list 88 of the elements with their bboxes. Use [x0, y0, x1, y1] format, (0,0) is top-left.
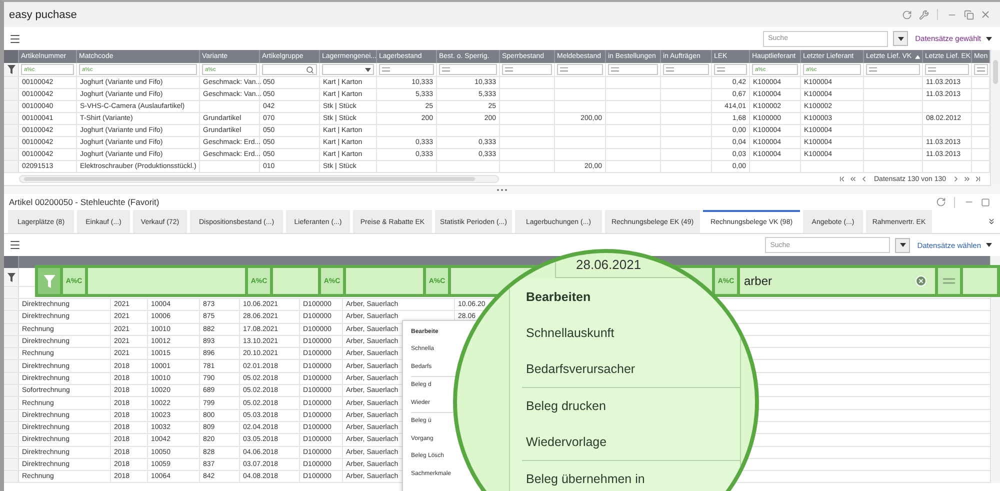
filter-field[interactable]: arber — [740, 268, 935, 294]
equals-icon — [943, 278, 955, 284]
triangle-down-icon — [900, 243, 906, 247]
row-header[interactable] — [4, 101, 19, 112]
row-header[interactable] — [4, 336, 19, 348]
row-header[interactable] — [4, 446, 19, 458]
previous-record-icon[interactable] — [860, 175, 868, 183]
equals-icon — [717, 67, 725, 72]
row-header[interactable] — [4, 324, 19, 335]
refresh-icon[interactable] — [900, 8, 913, 21]
equals-icon — [666, 67, 674, 72]
filter-field[interactable] — [322, 64, 374, 75]
filter-field[interactable] — [974, 64, 988, 75]
wrench-icon[interactable] — [917, 8, 930, 21]
row-header[interactable] — [4, 113, 19, 124]
next-record-icon[interactable] — [952, 175, 960, 183]
triangle-down-icon — [898, 36, 904, 40]
row-header[interactable] — [4, 434, 19, 446]
row-header[interactable] — [4, 149, 19, 160]
filter-field[interactable] — [502, 64, 552, 75]
caret-icon — [365, 68, 371, 72]
row-header[interactable] — [4, 125, 19, 136]
filter-icon — [6, 65, 16, 74]
row-header[interactable] — [4, 372, 19, 384]
filter-field[interactable] — [963, 268, 997, 294]
caret-icon — [986, 36, 992, 40]
detail-title: Artikel 00200050 - Stehleuchte (Favorit) — [9, 197, 160, 207]
filter-field[interactable] — [866, 64, 920, 75]
row-header[interactable] — [4, 299, 19, 310]
equals-icon — [611, 67, 619, 72]
row-header[interactable] — [4, 89, 19, 100]
corner-cell — [4, 256, 19, 268]
corner-cell — [4, 50, 19, 63]
equals-icon — [560, 67, 568, 72]
filter-field[interactable] — [439, 64, 497, 75]
field-value: arber — [744, 274, 774, 288]
filter-field[interactable] — [88, 268, 245, 294]
equals-icon — [382, 67, 390, 72]
filter-field[interactable] — [379, 64, 434, 75]
menu-item[interactable]: Beleg drucken — [522, 388, 606, 424]
row-header[interactable] — [4, 311, 19, 323]
row-header[interactable] — [4, 287, 19, 298]
search-icon — [306, 66, 314, 74]
menu-icon[interactable] — [8, 238, 21, 252]
filter-field[interactable] — [663, 64, 709, 75]
filter-field[interactable] — [346, 268, 423, 294]
row-header[interactable] — [4, 360, 19, 372]
filter-field[interactable] — [557, 64, 603, 75]
first-page-icon[interactable] — [838, 175, 846, 183]
equals-icon — [928, 67, 936, 72]
filter-field[interactable] — [273, 268, 318, 294]
row-header[interactable] — [4, 410, 19, 421]
restore-icon[interactable] — [962, 8, 975, 21]
row-header[interactable] — [4, 422, 19, 434]
row-header[interactable] — [4, 161, 19, 172]
filter-field[interactable] — [262, 64, 317, 75]
equals-icon — [442, 67, 450, 72]
menu-item[interactable]: Bedarfsverursacher — [522, 351, 636, 387]
next-page-icon[interactable] — [963, 175, 971, 183]
filter-field[interactable] — [714, 64, 747, 75]
equals-icon — [977, 67, 985, 72]
equals-icon — [505, 67, 513, 72]
row-header[interactable] — [4, 348, 19, 360]
row-header[interactable] — [4, 137, 19, 148]
row-header[interactable] — [4, 385, 19, 396]
window-title: easy puchase — [9, 8, 77, 20]
filter-field[interactable] — [925, 64, 969, 75]
menu-item[interactable]: Beleg übernehmen in — [522, 461, 645, 491]
row-header[interactable] — [4, 397, 19, 409]
equals-button[interactable] — [938, 268, 960, 294]
clear-icon[interactable] — [915, 275, 927, 287]
equals-icon — [869, 67, 877, 72]
filter-icon — [42, 274, 56, 288]
filter-button[interactable] — [895, 238, 910, 252]
filter-button[interactable] — [893, 31, 908, 46]
menu-item[interactable]: Wiedervorlage — [522, 424, 607, 460]
row-header[interactable] — [4, 77, 19, 88]
vertical-scrollbar[interactable] — [990, 50, 1000, 186]
refresh-icon[interactable] — [934, 196, 947, 208]
caret-icon — [986, 243, 992, 247]
last-page-icon[interactable] — [974, 175, 982, 183]
menu-icon[interactable] — [8, 32, 21, 45]
filter-icon — [6, 272, 16, 282]
filter-field[interactable] — [608, 64, 658, 75]
horizontal-scrollbar[interactable] — [19, 175, 499, 183]
row-header[interactable] — [4, 471, 19, 482]
previous-page-icon[interactable] — [849, 175, 857, 183]
row-header[interactable] — [4, 458, 19, 470]
